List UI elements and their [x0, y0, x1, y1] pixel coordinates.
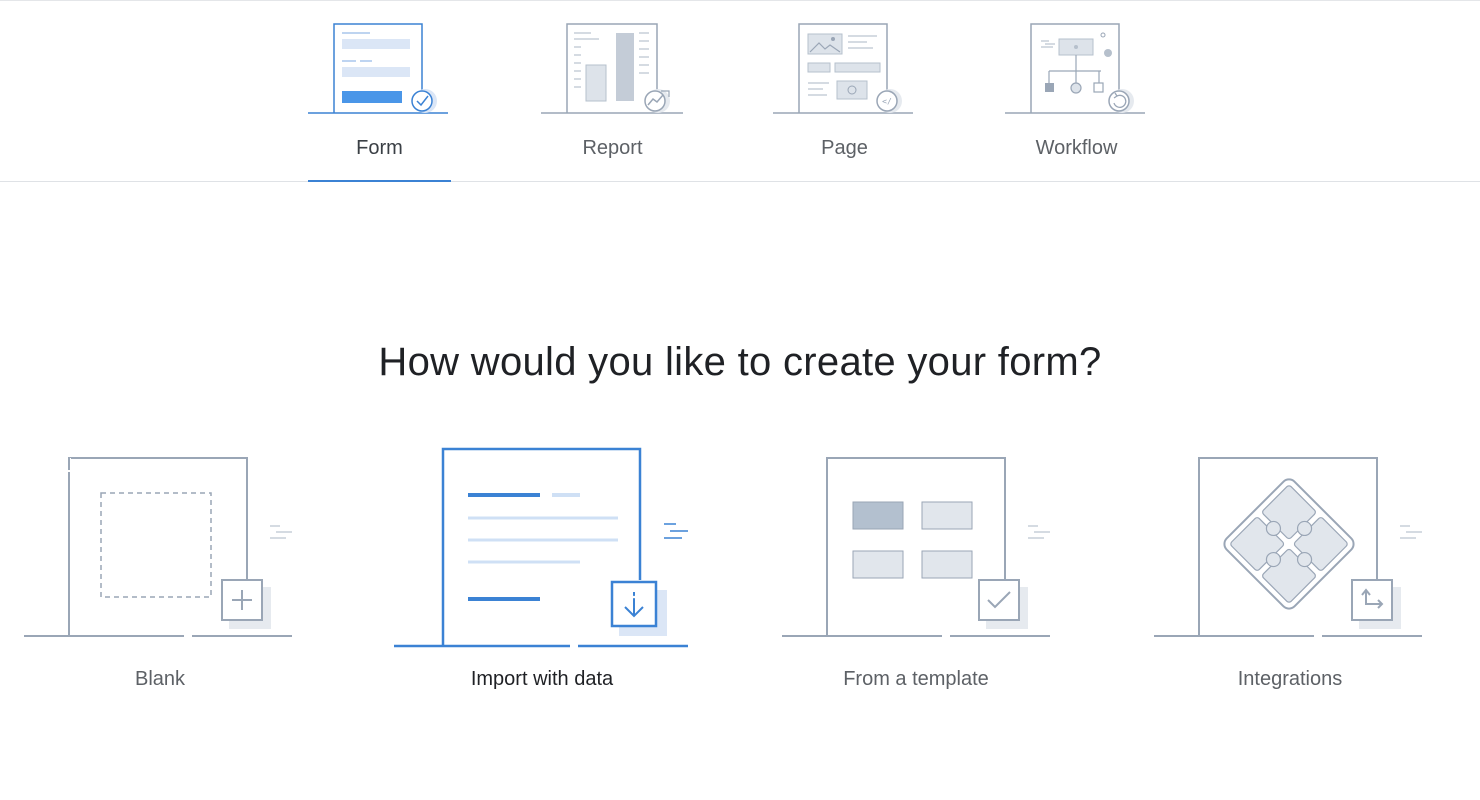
template-icon [782, 457, 1050, 637]
tab-workflow[interactable]: Workflow [1005, 1, 1148, 182]
option-from-template[interactable]: From a template [780, 440, 1052, 700]
option-integrations[interactable]: Integrations [1154, 440, 1426, 700]
option-from-template-label: From a template [843, 668, 989, 690]
tab-report-label: Report [582, 137, 643, 159]
tab-form-label: Form [356, 137, 403, 159]
form-icon [308, 23, 448, 114]
import-data-icon [394, 447, 688, 648]
blank-form-icon [24, 457, 292, 637]
app-type-tab-bar: Form Report </ Page Workflow [0, 0, 1480, 182]
tab-form[interactable]: Form [308, 1, 451, 182]
page-icon: </ [773, 23, 913, 114]
tab-workflow-label: Workflow [1035, 137, 1118, 159]
option-blank-label: Blank [134, 668, 186, 690]
tab-page-label: Page [821, 137, 868, 159]
active-tab-indicator [308, 180, 451, 182]
workflow-icon [1005, 23, 1145, 114]
option-import-with-data-label: Import with data [470, 668, 614, 690]
option-import-with-data[interactable]: Import with data [394, 440, 690, 700]
integrations-puzzle-icon [1154, 457, 1422, 637]
tab-report[interactable]: Report [541, 1, 684, 182]
page-title: How would you like to create your form? [378, 340, 1102, 384]
tab-page[interactable]: </ Page [773, 1, 916, 182]
option-integrations-label: Integrations [1237, 668, 1343, 690]
svg-text:</: </ [882, 97, 892, 106]
report-icon [541, 23, 683, 114]
option-blank[interactable]: Blank [24, 440, 296, 700]
